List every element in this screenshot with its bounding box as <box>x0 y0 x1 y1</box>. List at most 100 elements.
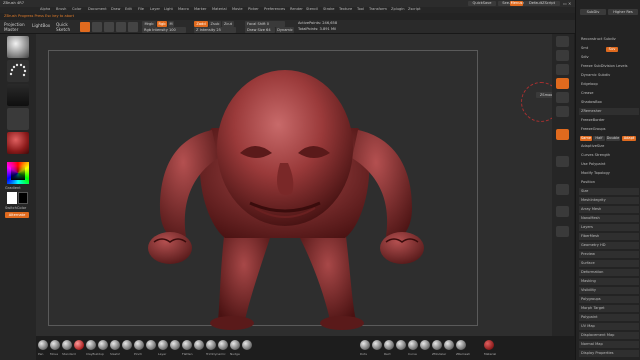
adapt-button[interactable]: Adapt <box>622 136 636 141</box>
tray-row[interactable]: Displacement Map <box>579 332 639 339</box>
transp-icon[interactable] <box>556 156 569 167</box>
alpha-dots-icon[interactable] <box>360 340 370 350</box>
tray-row[interactable]: Polypaint <box>579 314 639 321</box>
menu-texture[interactable]: Texture <box>339 7 352 12</box>
local-icon[interactable] <box>556 50 569 61</box>
suv-button[interactable]: Suv <box>606 47 618 52</box>
brush-move-icon[interactable] <box>50 340 60 350</box>
menu-stencil[interactable]: Stencil <box>306 7 318 12</box>
menu-stroke[interactable]: Stroke <box>323 7 334 12</box>
alpha-freehand-icon[interactable] <box>372 340 382 350</box>
tray-row[interactable]: Array Mesh <box>579 206 639 213</box>
rgb-intensity-slider[interactable]: Rgb Intensity 100 <box>142 27 186 33</box>
alternate-button[interactable]: Alternate <box>5 212 29 218</box>
polyf-icon[interactable] <box>556 129 569 140</box>
default-zscript-button[interactable]: DefaultZScript <box>524 1 560 6</box>
projection-master-button[interactable]: Projection Master <box>4 22 28 32</box>
texture-icon[interactable] <box>7 108 29 130</box>
menu-color[interactable]: Color <box>72 7 81 12</box>
brush-pen-icon[interactable] <box>38 340 48 350</box>
tray-row[interactable]: Position <box>579 179 639 186</box>
main-color-swatch[interactable] <box>7 192 17 204</box>
menu-transform[interactable]: Transform <box>369 7 387 12</box>
tray-row[interactable]: Visibility <box>579 287 639 294</box>
material-sphere-icon[interactable] <box>484 340 494 350</box>
brush-nudge-icon[interactable] <box>230 340 240 350</box>
tray-row[interactable]: Freeze SubDivision Levels <box>579 63 639 70</box>
tray-row[interactable]: Dynamic Subdiv <box>579 72 639 79</box>
double-button[interactable]: Double <box>606 136 620 141</box>
brush-inflat-icon[interactable] <box>74 340 84 350</box>
tray-row[interactable]: Masking <box>579 278 639 285</box>
higher-res-button[interactable]: Higher Res <box>608 9 638 15</box>
quicksave-button[interactable]: QuickSave <box>468 1 496 6</box>
brush-snakehook-icon[interactable] <box>242 340 252 350</box>
alpha-circle-icon[interactable] <box>396 340 406 350</box>
move-icon[interactable] <box>556 78 569 89</box>
tray-row[interactable]: Normal Map <box>579 341 639 348</box>
frame-icon[interactable] <box>556 64 569 75</box>
menu-edit[interactable]: Edit <box>125 7 132 12</box>
brush-flatten-icon[interactable] <box>182 340 192 350</box>
alpha-icon[interactable] <box>7 84 29 106</box>
menu-marker[interactable]: Marker <box>194 7 206 12</box>
tray-row[interactable]: Preview <box>579 251 639 258</box>
menu-light[interactable]: Light <box>164 7 173 12</box>
menu-picker[interactable]: Picker <box>248 7 259 12</box>
half-button[interactable]: Half <box>593 136 605 141</box>
zremesh-icon[interactable] <box>456 340 466 350</box>
tray-row[interactable]: MeshIntegrity <box>579 197 639 204</box>
tray-row[interactable]: Geometry HD <box>579 242 639 249</box>
alpha-rect-icon[interactable] <box>384 340 394 350</box>
menu-file[interactable]: File <box>138 7 144 12</box>
tray-row[interactable]: NanoMesh <box>579 215 639 222</box>
switch-color-button[interactable]: SwitchColor <box>5 206 26 211</box>
quick-sketch-button[interactable]: Quick Sketch <box>56 22 78 32</box>
brush-trimdynamic-icon[interactable] <box>206 340 216 350</box>
brush-polish-icon[interactable] <box>122 340 132 350</box>
adaptive-size-slider[interactable]: AdaptiveSize <box>579 143 639 150</box>
tray-row[interactable]: FiberMesh <box>579 233 639 240</box>
brush-hpolish-icon[interactable] <box>194 340 204 350</box>
material-icon[interactable] <box>7 132 29 154</box>
tray-row[interactable]: Sdiv <box>579 54 639 61</box>
brush-claytubes-icon[interactable] <box>170 340 180 350</box>
tray-row[interactable]: Crease <box>579 90 639 97</box>
brush-standard-icon[interactable] <box>62 340 72 350</box>
gradient-label[interactable]: Gradient <box>5 186 21 191</box>
draw-size-slider[interactable]: Draw Size 64 <box>245 27 275 33</box>
tray-row[interactable]: Morph Target <box>579 305 639 312</box>
tray-row[interactable]: Size <box>579 188 639 195</box>
menu-material[interactable]: Material <box>212 7 227 12</box>
xpose-icon[interactable] <box>556 226 569 237</box>
move-icon[interactable] <box>104 22 114 32</box>
dynamic-button[interactable]: Dynamic <box>276 27 294 33</box>
draw-icon[interactable] <box>92 22 102 32</box>
menu-alpha[interactable]: Alpha <box>40 7 50 12</box>
menu-brush[interactable]: Brush <box>56 7 66 12</box>
sculpt-model[interactable] <box>120 58 450 330</box>
alpha-lasso-icon[interactable] <box>420 340 430 350</box>
tray-row[interactable]: Reconstruct Subdiv <box>579 36 639 43</box>
scale-icon[interactable] <box>116 22 126 32</box>
tray-row[interactable]: Layers <box>579 224 639 231</box>
topology-icon[interactable] <box>444 340 454 350</box>
scale-icon[interactable] <box>556 92 569 103</box>
use-polypaint-toggle[interactable]: Use Polypaint <box>579 161 639 168</box>
brush-icon[interactable] <box>7 36 29 58</box>
zremesher-section[interactable]: ZRemesher <box>579 108 639 115</box>
lightbox-button[interactable]: LightBox <box>32 23 50 28</box>
brush-damstandard-icon[interactable] <box>98 340 108 350</box>
window-controls[interactable]: ▭ ✕ <box>563 1 573 6</box>
menu-draw[interactable]: Draw <box>111 7 120 12</box>
secondary-color-swatch[interactable] <box>18 192 28 204</box>
ghost-icon[interactable] <box>556 184 569 195</box>
menu-document[interactable]: Document <box>88 7 107 12</box>
brush-movetopological-icon[interactable] <box>218 340 228 350</box>
brush-morph-icon[interactable] <box>146 340 156 350</box>
edit-icon[interactable] <box>80 22 90 32</box>
menu-zplugin[interactable]: Zplugin <box>391 7 405 12</box>
curves-strength-slider[interactable]: Curves Strength <box>579 152 639 159</box>
menu-render[interactable]: Render <box>290 7 303 12</box>
tray-row[interactable]: Deformation <box>579 269 639 276</box>
